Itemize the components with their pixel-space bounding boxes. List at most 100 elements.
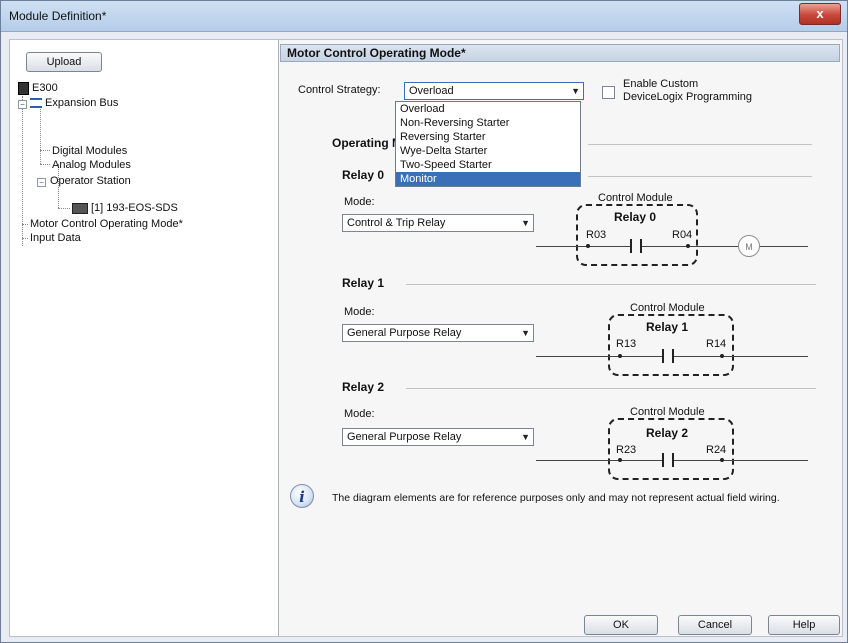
relay-0-mode-value: Control & Trip Relay <box>347 217 446 229</box>
tree-line <box>40 164 50 165</box>
module-definition-window: Module Definition* x Upload E300 − Expan… <box>0 0 848 643</box>
relay-0-mode-label: Mode: <box>344 196 375 208</box>
relay-2-wire-left <box>536 460 662 461</box>
info-icon: i <box>290 484 314 508</box>
relay-0-wire-left <box>536 246 630 247</box>
tree-item-input-data[interactable]: Input Data <box>30 231 81 245</box>
relay-0-terminal-b: R04 <box>672 229 693 241</box>
dropdown-option-reversing-starter[interactable]: Reversing Starter <box>396 130 580 144</box>
relay-1-wire-left <box>536 356 662 357</box>
relay-1-mode-label: Mode: <box>344 306 375 318</box>
help-button[interactable]: Help <box>768 615 840 635</box>
enable-custom-checkbox[interactable] <box>602 86 615 99</box>
relay-0-contact-left <box>630 239 632 253</box>
tree-line <box>58 208 70 209</box>
tree-item-label: [1] 193-EOS-SDS <box>91 202 178 214</box>
tree-item-expansion-bus[interactable]: Expansion Bus <box>30 96 118 110</box>
relay-0-terminal-a: R03 <box>586 229 607 241</box>
navigation-panel: Upload E300 − Expansion Bus Digital Modu… <box>10 40 279 636</box>
relay-1-mode-select[interactable]: General Purpose Relay ▼ <box>342 324 534 342</box>
relay-1-terminal-dot <box>720 354 724 358</box>
relay-1-contact-left <box>662 349 664 363</box>
close-icon: x <box>816 6 824 21</box>
window-title: Module Definition* <box>9 9 107 23</box>
relay-2-module-label: Control Module <box>630 406 705 418</box>
tree-item-motor-control-operating-mode[interactable]: Motor Control Operating Mode* <box>30 217 183 231</box>
section-header: Motor Control Operating Mode* <box>280 44 840 62</box>
relay-0-terminal-dot <box>686 244 690 248</box>
relay-2-mode-value: General Purpose Relay <box>347 431 462 443</box>
relay-2-terminal-b: R24 <box>706 444 727 456</box>
chevron-down-icon: ▼ <box>521 328 530 338</box>
chevron-down-icon: ▼ <box>521 218 530 228</box>
control-strategy-select[interactable]: Overload ▼ <box>404 82 584 100</box>
relay-0-terminal-dot <box>586 244 590 248</box>
relay-2-wire-right <box>674 460 808 461</box>
tree-item-label: E300 <box>32 82 58 94</box>
tree-item-label: Input Data <box>30 232 81 244</box>
control-strategy-dropdown-list[interactable]: Overload Non-Reversing Starter Reversing… <box>395 101 581 187</box>
relay-2-terminal-a: R23 <box>616 444 637 456</box>
tree-item-label: Analog Modules <box>52 159 131 171</box>
divider <box>588 144 812 145</box>
relay-1-terminal-b: R14 <box>706 338 727 350</box>
relay-0-wire-right <box>642 246 738 247</box>
station-icon <box>72 202 88 214</box>
dropdown-option-monitor[interactable]: Monitor <box>396 172 580 186</box>
enable-custom-label-line1: Enable Custom <box>623 78 699 90</box>
relay-1-mode-value: General Purpose Relay <box>347 327 462 339</box>
tree-line <box>40 106 41 164</box>
relay-1-wire-right <box>674 356 808 357</box>
chevron-down-icon: ▼ <box>571 86 580 96</box>
ok-button[interactable]: OK <box>584 615 658 635</box>
tree-line <box>22 224 28 225</box>
relay-0-mode-select[interactable]: Control & Trip Relay ▼ <box>342 214 534 232</box>
cancel-button[interactable]: Cancel <box>678 615 752 635</box>
tree-item-label: Digital Modules <box>52 145 128 157</box>
chevron-down-icon: ▼ <box>521 432 530 442</box>
control-strategy-value: Overload <box>409 85 454 97</box>
tree-item-label: Motor Control Operating Mode* <box>30 218 183 230</box>
device-icon <box>18 81 29 95</box>
relay-0-module-label: Control Module <box>598 192 673 204</box>
tree-item-analog-modules[interactable]: Analog Modules <box>52 158 131 172</box>
tree-item-label: Operator Station <box>50 175 131 187</box>
info-text: The diagram elements are for reference p… <box>332 492 780 504</box>
relay-2-title: Relay 2 <box>342 380 385 394</box>
divider <box>406 284 816 285</box>
relay-2-mode-select[interactable]: General Purpose Relay ▼ <box>342 428 534 446</box>
tree-line <box>40 150 50 151</box>
relay-0-wire-motor <box>760 246 808 247</box>
dropdown-option-overload[interactable]: Overload <box>396 102 580 116</box>
title-bar[interactable]: Module Definition* x <box>1 1 847 32</box>
collapse-expansion-bus-icon[interactable]: − <box>18 100 27 109</box>
network-icon <box>30 98 42 109</box>
collapse-operator-station-icon[interactable]: − <box>37 178 46 187</box>
tree-item-operator-station[interactable]: Operator Station <box>50 174 131 188</box>
operating-modes-heading: Operating M <box>332 136 403 150</box>
relay-2-mode-label: Mode: <box>344 408 375 420</box>
control-strategy-label: Control Strategy: <box>298 84 381 96</box>
divider <box>588 176 812 177</box>
tree-line <box>22 238 28 239</box>
relay-2-terminal-dot <box>618 458 622 462</box>
relay-1-terminal-a: R13 <box>616 338 637 350</box>
tree-item-193-eos-sds[interactable]: [1] 193-EOS-SDS <box>72 201 178 215</box>
tree-item-e300[interactable]: E300 <box>18 81 58 95</box>
relay-1-module-relay: Relay 1 <box>646 320 689 334</box>
motor-icon: M <box>738 235 760 257</box>
relay-0-title: Relay 0 <box>342 168 385 182</box>
tree-item-digital-modules[interactable]: Digital Modules <box>52 144 127 158</box>
relay-1-terminal-dot <box>618 354 622 358</box>
dropdown-option-wye-delta-starter[interactable]: Wye-Delta Starter <box>396 144 580 158</box>
tree-item-label: Expansion Bus <box>45 97 119 109</box>
divider <box>406 388 816 389</box>
dropdown-option-non-reversing-starter[interactable]: Non-Reversing Starter <box>396 116 580 130</box>
upload-button[interactable]: Upload <box>26 52 102 72</box>
dropdown-option-two-speed-starter[interactable]: Two-Speed Starter <box>396 158 580 172</box>
relay-2-module-relay: Relay 2 <box>646 426 689 440</box>
relay-0-module-relay: Relay 0 <box>614 210 657 224</box>
relay-1-module-label: Control Module <box>630 302 705 314</box>
relay-2-contact-left <box>662 453 664 467</box>
close-button[interactable]: x <box>799 3 841 25</box>
